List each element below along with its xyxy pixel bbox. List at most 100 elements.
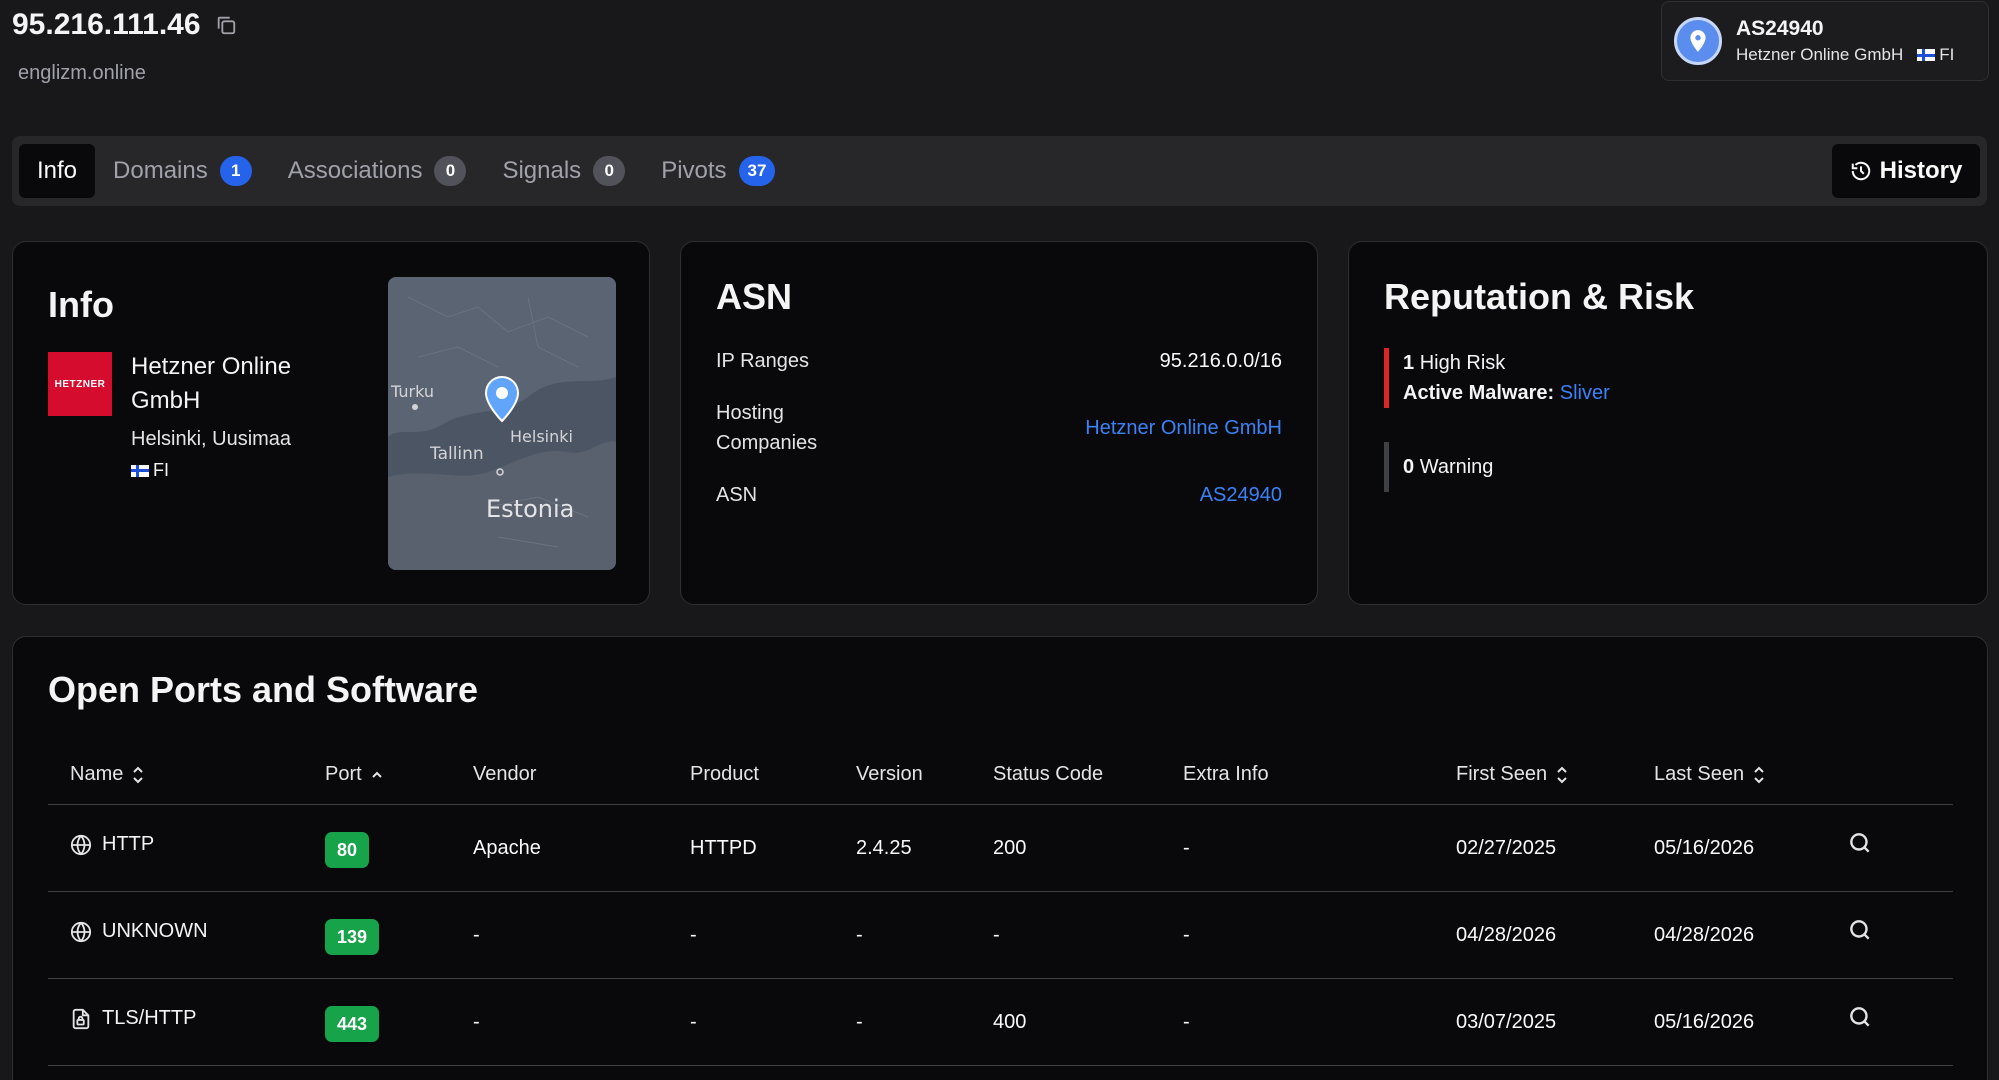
tab-domains[interactable]: Domains 1: [95, 144, 270, 198]
product-cell: -: [690, 924, 697, 946]
tab-signals[interactable]: Signals 0: [484, 144, 643, 198]
ip-address-text: 95.216.111.46: [12, 8, 201, 41]
status-code-cell: 400: [993, 1011, 1027, 1033]
ip-ranges-label: IP Ranges: [716, 350, 810, 372]
lock-file-icon: [72, 1008, 90, 1029]
country-flag: FI: [1917, 45, 1954, 65]
column-header-port[interactable]: Port: [325, 763, 384, 786]
count-badge: 0: [593, 156, 626, 186]
table-row[interactable]: UNKNOWN 139 - - - - - 04/28/2026 04/28/2…: [48, 892, 1953, 979]
last-seen-cell: 05/16/2026: [1654, 837, 1755, 859]
history-button[interactable]: History: [1832, 144, 1980, 198]
high-risk-count: 1: [1403, 352, 1415, 374]
sort-ascending-icon: [371, 771, 382, 778]
column-header-last-seen[interactable]: Last Seen: [1654, 763, 1766, 786]
service-name: HTTP: [102, 833, 155, 855]
column-header-status-code: Status Code: [993, 763, 1103, 786]
count-badge: 1: [219, 156, 252, 186]
tab-label: Associations: [287, 157, 423, 184]
globe-icon: [70, 834, 92, 855]
status-code-cell: 200: [993, 837, 1027, 859]
port-badge: 139: [325, 919, 380, 955]
service-name-cell: HTTP: [70, 833, 154, 856]
version-cell: -: [856, 924, 863, 946]
sort-icon: [133, 766, 144, 783]
info-card-title: Info: [48, 284, 114, 325]
location-map[interactable]: Turku Helsinki Tallinn Estonia: [388, 277, 616, 570]
hostname[interactable]: englizm.online: [18, 62, 146, 85]
finland-flag-icon: [131, 464, 149, 477]
vendor-cell: Apache: [473, 837, 541, 859]
last-seen-cell: 05/16/2026: [1654, 1011, 1755, 1033]
asn-link[interactable]: AS24940: [1200, 484, 1282, 507]
active-malware-label: Active Malware:: [1403, 382, 1555, 404]
ip-ranges-value: 95.216.0.0/16: [1159, 349, 1282, 372]
service-name-cell: TLS/HTTP: [70, 1007, 196, 1030]
search-icon[interactable]: [1847, 1004, 1873, 1030]
search-icon[interactable]: [1847, 830, 1873, 856]
product-cell: -: [690, 1011, 697, 1033]
table-row[interactable]: HTTP 80 Apache HTTPD 2.4.25 200 - 02/27/…: [48, 805, 1953, 892]
history-icon: [1851, 161, 1870, 181]
asn-number: AS24940: [1736, 17, 1824, 40]
info-country: FI: [131, 460, 169, 481]
service-name: UNKNOWN: [102, 920, 208, 942]
vendor-cell: -: [473, 924, 480, 946]
first-seen-cell: 04/28/2026: [1456, 924, 1557, 946]
warning-block: 0 Warning: [1384, 442, 1493, 492]
asn-logo-icon: [1674, 17, 1722, 65]
sort-icon: [1754, 766, 1764, 783]
map-label-turku: Turku: [390, 382, 434, 401]
tab-info[interactable]: Info: [19, 144, 96, 198]
copy-icon[interactable]: [215, 14, 237, 36]
history-label: History: [1879, 157, 1963, 184]
sort-icon: [1557, 766, 1567, 783]
asn-summary-card[interactable]: AS24940 Hetzner Online GmbH FI: [1661, 1, 1989, 81]
product-cell: HTTPD: [690, 837, 757, 859]
tab-associations[interactable]: Associations 0: [270, 144, 485, 198]
hosting-link[interactable]: Hetzner Online GmbH: [1085, 417, 1282, 440]
warning-count: 0: [1403, 456, 1415, 478]
ip-ranges-row: IP Ranges 95.216.0.0/16: [716, 346, 1282, 376]
country-code: FI: [1939, 45, 1955, 64]
extra-info-cell: -: [1183, 837, 1190, 859]
column-header-first-seen[interactable]: First Seen: [1456, 763, 1569, 786]
asn-label: ASN: [716, 484, 758, 506]
hosting-label: Hosting Companies: [716, 402, 818, 454]
finland-flag-icon: [1917, 49, 1936, 61]
column-label: Extra Info: [1183, 763, 1269, 785]
service-name: TLS/HTTP: [102, 1007, 197, 1029]
table-row[interactable]: TLS/HTTP 443 - - - 400 - 03/07/2025 05/1…: [48, 979, 1953, 1066]
column-label: Version: [856, 763, 923, 785]
first-seen-cell: 02/27/2025: [1456, 837, 1557, 859]
open-ports-card: Open Ports and Software Name Port Vendor…: [12, 636, 1988, 1080]
map-label-estonia: Estonia: [486, 495, 574, 523]
column-header-extra-info: Extra Info: [1183, 763, 1269, 786]
asn-card-title: ASN: [716, 276, 793, 317]
tab-label: Info: [37, 157, 78, 184]
column-label: Name: [70, 763, 124, 785]
tab-label: Domains: [113, 157, 208, 184]
column-header-vendor: Vendor: [473, 763, 536, 786]
reputation-card-title: Reputation & Risk: [1384, 276, 1695, 317]
ports-card-title: Open Ports and Software: [48, 669, 479, 710]
count-badge: 37: [738, 156, 776, 186]
warning-label: Warning: [1419, 456, 1494, 478]
asn-card: ASN IP Ranges 95.216.0.0/16 Hosting Comp…: [680, 241, 1318, 605]
column-header-version: Version: [856, 763, 923, 786]
tab-label: Signals: [502, 157, 582, 184]
hetzner-logo: HETZNER: [48, 352, 112, 416]
column-header-name[interactable]: Name: [70, 763, 145, 786]
vendor-cell: -: [473, 1011, 480, 1033]
tab-label: Pivots: [661, 157, 727, 184]
status-code-cell: -: [993, 924, 1000, 946]
service-name-cell: UNKNOWN: [70, 920, 208, 943]
malware-link[interactable]: Sliver: [1560, 382, 1610, 404]
column-label: Product: [690, 763, 759, 785]
ip-address-title: 95.216.111.46: [12, 8, 237, 42]
extra-info-cell: -: [1183, 924, 1190, 946]
tab-pivots[interactable]: Pivots 37: [643, 144, 793, 198]
search-icon[interactable]: [1847, 917, 1873, 943]
company-name: Hetzner Online GmbH: [131, 353, 292, 414]
asn-org: Hetzner Online GmbH: [1736, 45, 1904, 64]
